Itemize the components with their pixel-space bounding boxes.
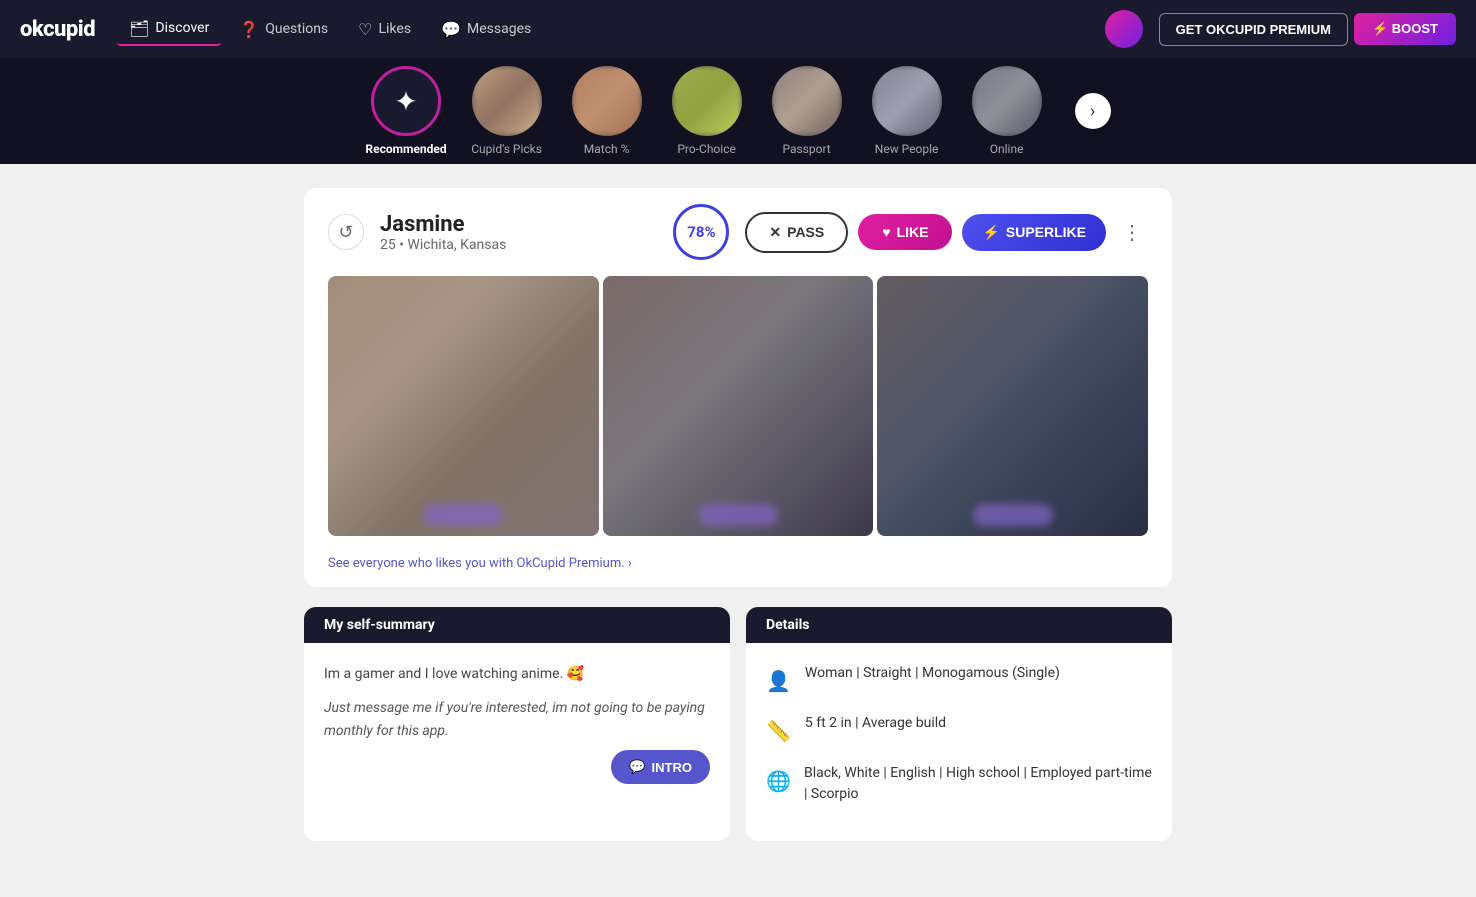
category-bar: ✦ Recommended Cupid's Picks Match % Pro-… — [0, 58, 1476, 164]
online-thumb — [972, 66, 1042, 136]
profile-info: Jasmine 25 • Wichita, Kansas — [380, 212, 657, 253]
cupids-picks-thumb — [472, 66, 542, 136]
intro-button[interactable]: 💬 INTRO — [611, 750, 710, 784]
nav-questions[interactable]: ❓ Questions — [227, 14, 340, 45]
nav-discover[interactable]: 🗂 Discover — [117, 13, 221, 46]
superlike-button[interactable]: ⚡ SUPERLIKE — [962, 214, 1106, 251]
photos-row — [304, 276, 1172, 552]
category-cupids-picks[interactable]: Cupid's Picks — [467, 66, 547, 156]
profile-card: ↺ Jasmine 25 • Wichita, Kansas 78% ✕ PAS… — [304, 188, 1172, 587]
messages-icon: 💬 — [441, 20, 461, 39]
category-new-people[interactable]: New People — [867, 66, 947, 156]
category-passport[interactable]: Passport — [767, 66, 847, 156]
online-label: Online — [990, 142, 1024, 156]
nav-messages[interactable]: 💬 Messages — [429, 14, 543, 45]
self-summary-body: Im a gamer and I love watching anime. 🥰 … — [304, 643, 730, 762]
photo-2-badge — [698, 504, 778, 526]
nav-questions-label: Questions — [265, 21, 328, 37]
detail-row-height: 📏 5 ft 2 in | Average build — [766, 713, 1152, 747]
match-thumb — [572, 66, 642, 136]
pro-choice-thumb — [672, 66, 742, 136]
match-percentage: 78% — [673, 204, 729, 260]
detail-row-gender: 👤 Woman | Straight | Monogamous (Single) — [766, 663, 1152, 697]
new-people-label: New People — [875, 142, 939, 156]
profile-location: 25 • Wichita, Kansas — [380, 237, 657, 253]
background-icon: 🌐 — [766, 765, 790, 797]
recommended-icon: ✦ — [394, 85, 417, 118]
undo-button[interactable]: ↺ — [328, 214, 364, 250]
summary-text-2: Just message me if you're interested, im… — [324, 697, 710, 742]
height-icon: 📏 — [766, 715, 791, 747]
summary-text-1: Im a gamer and I love watching anime. 🥰 — [324, 663, 710, 685]
details-header: Details — [746, 607, 1172, 643]
background-text: Black, White | English | High school | E… — [804, 763, 1152, 805]
main-content: ↺ Jasmine 25 • Wichita, Kansas 78% ✕ PAS… — [288, 188, 1188, 841]
nav-likes[interactable]: ♡ Likes — [346, 14, 423, 45]
premium-cta[interactable]: See everyone who likes you with OkCupid … — [304, 552, 1172, 587]
detail-row-background: 🌐 Black, White | English | High school |… — [766, 763, 1152, 805]
profile-header: ↺ Jasmine 25 • Wichita, Kansas 78% ✕ PAS… — [304, 188, 1172, 276]
category-pro-choice[interactable]: Pro-Choice — [667, 66, 747, 156]
like-heart-icon: ♥ — [882, 224, 890, 240]
self-summary-header: My self-summary — [304, 607, 730, 643]
boost-button[interactable]: ⚡ BOOST — [1354, 13, 1456, 45]
discover-icon: 🗂 — [129, 19, 149, 38]
premium-button[interactable]: GET OKCUPID PREMIUM — [1159, 13, 1348, 46]
gender-text: Woman | Straight | Monogamous (Single) — [805, 663, 1060, 684]
height-text: 5 ft 2 in | Average build — [805, 713, 946, 734]
category-online[interactable]: Online — [967, 66, 1047, 156]
recommended-thumb: ✦ — [371, 66, 441, 136]
photo-1[interactable] — [328, 276, 599, 536]
top-navigation: okcupid 🗂 Discover ❓ Questions ♡ Likes 💬… — [0, 0, 1476, 58]
avatar[interactable] — [1105, 10, 1143, 48]
category-next-button[interactable]: › — [1075, 93, 1111, 129]
details-card: Details 👤 Woman | Straight | Monogamous … — [746, 607, 1172, 841]
photo-3-badge — [973, 504, 1053, 526]
profile-sections: My self-summary Im a gamer and I love wa… — [304, 607, 1172, 841]
pass-x-icon: ✕ — [769, 224, 781, 241]
likes-icon: ♡ — [358, 20, 372, 39]
self-summary-card: My self-summary Im a gamer and I love wa… — [304, 607, 730, 841]
like-button[interactable]: ♥ LIKE — [858, 214, 952, 250]
nav-likes-label: Likes — [379, 21, 412, 37]
gender-icon: 👤 — [766, 665, 791, 697]
photo-1-badge — [423, 504, 503, 526]
profile-name: Jasmine — [380, 212, 657, 237]
passport-thumb — [772, 66, 842, 136]
pro-choice-label: Pro-Choice — [677, 142, 736, 156]
superlike-icon: ⚡ — [982, 224, 999, 241]
photo-2[interactable] — [603, 276, 874, 536]
nav-messages-label: Messages — [467, 21, 531, 37]
cupids-picks-label: Cupid's Picks — [471, 142, 542, 156]
pass-button[interactable]: ✕ PASS — [745, 212, 848, 253]
category-match[interactable]: Match % — [567, 66, 647, 156]
logo: okcupid — [20, 17, 95, 42]
questions-icon: ❓ — [239, 20, 259, 39]
intro-chat-icon: 💬 — [629, 759, 645, 775]
details-body: 👤 Woman | Straight | Monogamous (Single)… — [746, 643, 1172, 841]
recommended-label: Recommended — [365, 142, 446, 156]
category-recommended[interactable]: ✦ Recommended — [365, 66, 446, 156]
action-buttons: ✕ PASS ♥ LIKE ⚡ SUPERLIKE ⋮ — [745, 212, 1148, 253]
photo-3[interactable] — [877, 276, 1148, 536]
nav-discover-label: Discover — [155, 20, 209, 36]
match-label: Match % — [584, 142, 630, 156]
new-people-thumb — [872, 66, 942, 136]
passport-label: Passport — [782, 142, 830, 156]
more-options-button[interactable]: ⋮ — [1116, 216, 1148, 248]
